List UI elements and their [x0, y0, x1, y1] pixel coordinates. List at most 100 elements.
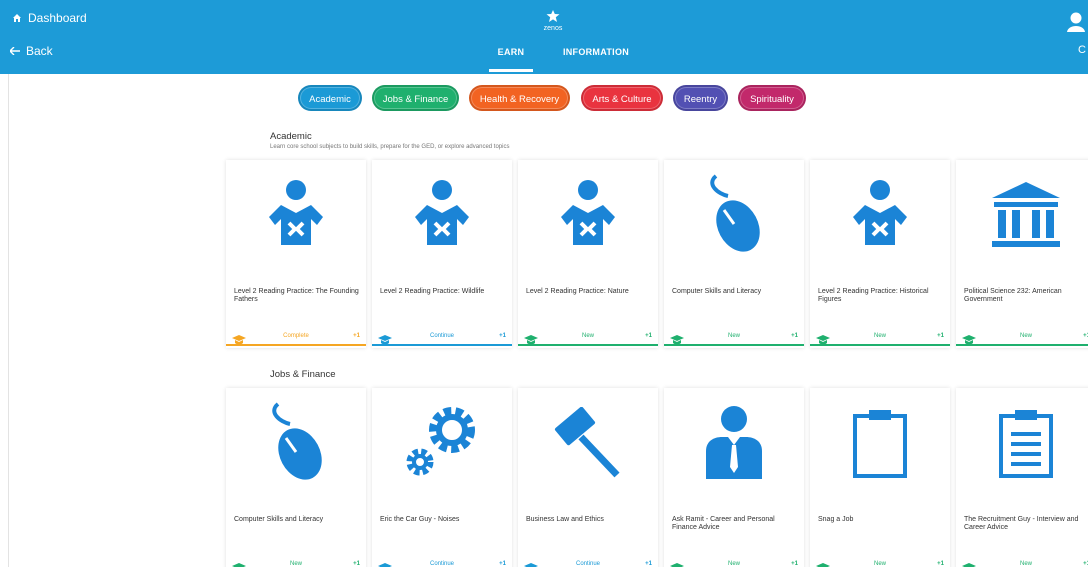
course-card[interactable]: Political Science 232: American Governme… — [956, 160, 1088, 348]
graduation-cap-icon — [378, 560, 392, 567]
card-title: Computer Skills and Literacy — [234, 516, 324, 523]
card-accent-bar — [518, 344, 658, 346]
card-title: Level 2 Reading Practice: Nature — [526, 288, 629, 295]
reader-icon — [226, 160, 366, 270]
card-title: Level 2 Reading Practice: Wildlife — [380, 288, 485, 295]
card-footer: New +1 — [664, 330, 804, 346]
card-points: +1 — [791, 561, 798, 567]
dashboard-link[interactable]: Dashboard — [12, 11, 87, 25]
filter-health-recovery[interactable]: Health & Recovery — [469, 85, 570, 111]
card-title: Eric the Car Guy - Noises — [380, 516, 460, 523]
tab-information[interactable]: INFORMATION — [556, 46, 636, 72]
graduation-cap-icon — [962, 332, 976, 345]
gears-icon — [372, 388, 512, 498]
graduation-cap-icon — [378, 332, 392, 345]
card-accent-bar — [956, 344, 1088, 346]
card-footer: New +1 — [518, 330, 658, 346]
card-accent-bar — [664, 344, 804, 346]
top-bar: Dashboard zenos Back EARN INFORMATION C — [0, 0, 1088, 74]
dashboard-label: Dashboard — [28, 11, 87, 25]
course-card[interactable]: Level 2 Reading Practice: Nature New +1 — [518, 160, 658, 348]
course-card[interactable]: Business Law and Ethics Continue +1 — [518, 388, 658, 567]
mouse-icon — [226, 388, 366, 498]
graduation-cap-icon — [816, 560, 830, 567]
left-sidebar — [0, 74, 9, 567]
filter-academic[interactable]: Academic — [298, 85, 362, 111]
card-status: Continue — [429, 561, 455, 567]
course-card[interactable]: The Recruitment Guy - Interview and Care… — [956, 388, 1088, 567]
card-footer: New +1 — [810, 558, 950, 567]
card-footer: New +1 — [664, 558, 804, 567]
graduation-cap-icon — [524, 560, 538, 567]
gavel-icon — [518, 388, 658, 498]
card-status: New — [873, 561, 886, 567]
card-status: New — [727, 333, 740, 339]
card-points: +1 — [1083, 561, 1088, 567]
right-edge-control[interactable]: C — [1078, 44, 1086, 56]
card-title: Level 2 Reading Practice: Historical Fig… — [818, 288, 929, 303]
card-title: Business Law and Ethics — [526, 516, 604, 523]
card-points: +1 — [937, 561, 944, 567]
card-footer: New +1 — [956, 330, 1088, 346]
card-points: +1 — [791, 333, 798, 339]
logo-text: zenos — [543, 25, 563, 32]
card-points: +1 — [353, 333, 360, 339]
card-status: New — [581, 333, 594, 339]
card-title: Political Science 232: American Governme… — [964, 288, 1062, 303]
graduation-cap-icon — [670, 332, 684, 345]
businessman-icon — [664, 388, 804, 498]
graduation-cap-icon — [232, 560, 246, 567]
graduation-cap-icon — [962, 560, 976, 567]
card-status: New — [873, 333, 886, 339]
course-card[interactable]: Level 2 Reading Practice: The Founding F… — [226, 160, 366, 348]
course-card[interactable]: Computer Skills and Literacy New +1 — [664, 160, 804, 348]
card-footer: New +1 — [956, 558, 1088, 567]
filter-reentry[interactable]: Reentry — [673, 85, 728, 111]
mouse-icon — [664, 160, 804, 270]
card-footer: Continue +1 — [518, 558, 658, 567]
tab-earn[interactable]: EARN — [489, 46, 533, 72]
card-footer: Continue +1 — [372, 558, 512, 567]
card-points: +1 — [353, 561, 360, 567]
card-footer: Continue +1 — [372, 330, 512, 346]
graduation-cap-icon — [816, 332, 830, 345]
card-status: Continue — [575, 561, 601, 567]
card-status: New — [1019, 561, 1032, 567]
building-icon — [956, 160, 1088, 270]
filter-arts-culture[interactable]: Arts & Culture — [581, 85, 663, 111]
card-status: Continue — [429, 333, 455, 339]
card-footer: Complete +1 — [226, 330, 366, 346]
card-title: The Recruitment Guy - Interview and Care… — [964, 516, 1079, 531]
card-points: +1 — [937, 333, 944, 339]
card-title: Ask Ramit - Career and Personal Finance … — [672, 516, 775, 531]
graduation-cap-icon — [232, 332, 246, 345]
card-footer: New +1 — [810, 330, 950, 346]
course-card[interactable]: Computer Skills and Literacy New +1 — [226, 388, 366, 567]
course-card[interactable]: Snag a Job New +1 — [810, 388, 950, 567]
course-card[interactable]: Level 2 Reading Practice: Wildlife Conti… — [372, 160, 512, 348]
section-description-academic: Learn core school subjects to build skil… — [270, 144, 510, 150]
card-points: +1 — [499, 333, 506, 339]
section-title-academic: Academic — [270, 131, 312, 142]
filter-jobs-finance[interactable]: Jobs & Finance — [372, 85, 459, 111]
course-card[interactable]: Ask Ramit - Career and Personal Finance … — [664, 388, 804, 567]
card-status: New — [289, 561, 302, 567]
card-points: +1 — [1083, 333, 1088, 339]
home-icon — [13, 14, 21, 22]
card-status: Complete — [283, 333, 309, 339]
user-avatar[interactable] — [1065, 10, 1087, 32]
course-card[interactable]: Level 2 Reading Practice: Historical Fig… — [810, 160, 950, 348]
card-status: New — [1019, 333, 1032, 339]
graduation-cap-icon — [670, 560, 684, 567]
reader-icon — [810, 160, 950, 270]
card-title: Level 2 Reading Practice: The Founding F… — [234, 288, 359, 303]
card-points: +1 — [499, 561, 506, 567]
avatar-icon — [1067, 12, 1085, 32]
card-footer: New +1 — [226, 558, 366, 567]
card-points: +1 — [645, 333, 652, 339]
card-status: New — [727, 561, 740, 567]
app-logo: zenos — [538, 10, 568, 33]
course-card[interactable]: Eric the Car Guy - Noises Continue +1 — [372, 388, 512, 567]
clipboard-list-icon — [956, 388, 1088, 498]
filter-spirituality[interactable]: Spirituality — [738, 85, 806, 111]
